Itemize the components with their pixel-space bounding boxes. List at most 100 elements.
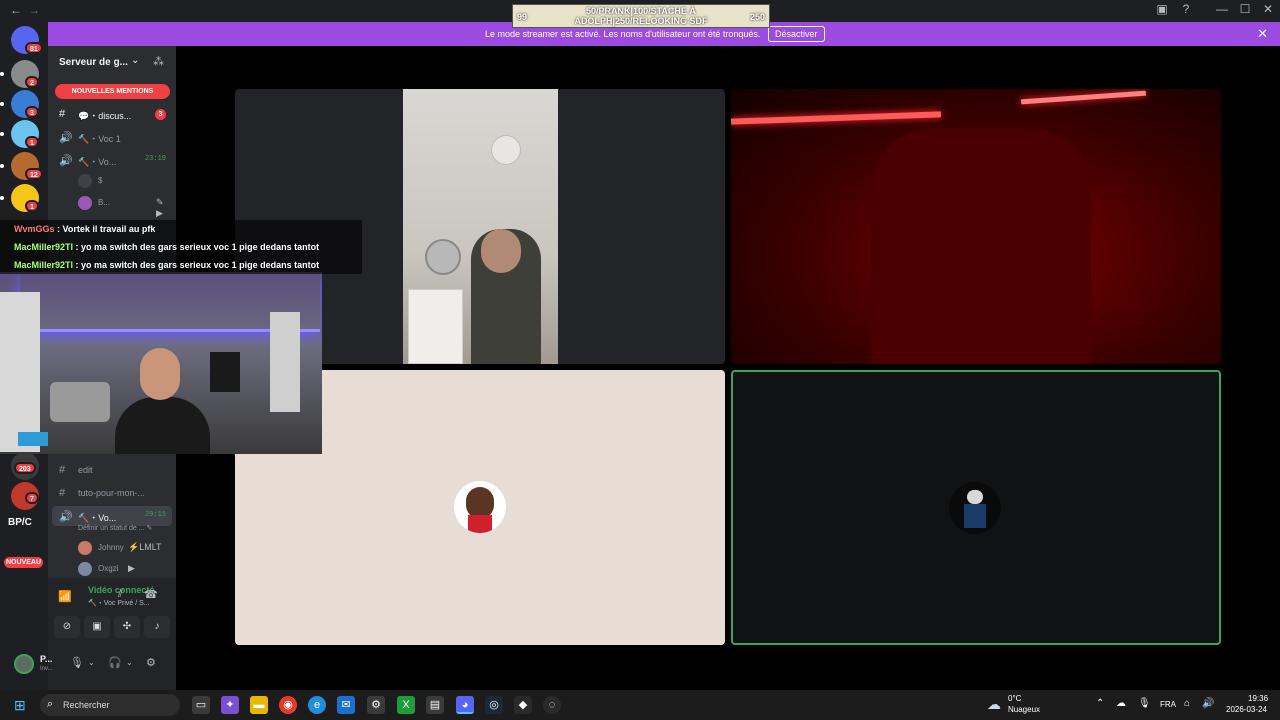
chat-text: : yo ma switch des gars serieux voc 1 pi… bbox=[73, 242, 320, 252]
avatar bbox=[78, 562, 92, 576]
windows-taskbar: ⊞ ⌕ Rechercher ▭ ✦ ▬ ◉ e ✉ ⚙ X ▤ ◕ ◎ ◆ ◌… bbox=[0, 690, 1280, 720]
new-mentions-button[interactable]: NOUVELLES MENTIONS bbox=[55, 84, 170, 99]
forward-icon[interactable]: → bbox=[28, 3, 40, 17]
mention-badge: 3 bbox=[25, 106, 39, 118]
channel-name: 🔨・Vo... bbox=[78, 157, 117, 167]
avatar bbox=[78, 196, 92, 210]
participant-video-portrait bbox=[403, 89, 558, 364]
goal-center: 50/PRANK|100/STACHE À ADOLPH|250/RELOOKI… bbox=[553, 6, 729, 26]
cloud-icon[interactable]: ☁ bbox=[987, 696, 1001, 713]
channel-item[interactable]: # tuto-pour-mon-... bbox=[52, 483, 172, 503]
set-status-text[interactable]: Définir un statut de ... ✎ bbox=[78, 524, 152, 532]
steam-icon[interactable]: ◎ bbox=[485, 696, 503, 714]
mention-badge: 7 bbox=[25, 492, 39, 504]
chat-text: : Vortek il travail au pfk bbox=[54, 224, 156, 234]
speaker-icon: 🔊 bbox=[59, 511, 73, 523]
doorway bbox=[270, 312, 300, 412]
volume-icon[interactable]: 🔊 bbox=[1202, 698, 1214, 709]
avatar bbox=[454, 481, 506, 533]
channel-item[interactable]: 🔊 🔨・Voc 1 bbox=[52, 127, 172, 147]
stream-chat-overlay: WvmGGs : Vortek il travail au pfk MacMill… bbox=[0, 220, 362, 274]
desk-item bbox=[18, 432, 48, 446]
hashtag-icon: # bbox=[59, 464, 66, 476]
screen-icon[interactable]: ▣ bbox=[1152, 2, 1172, 16]
connection-signal-icon[interactable]: 📶 bbox=[58, 590, 72, 603]
search-box[interactable]: ⌕ Rechercher bbox=[40, 694, 180, 716]
voice-duration: 23:19 bbox=[144, 155, 166, 163]
soundboard-icon[interactable]: ♪ bbox=[144, 616, 170, 638]
stream-goal-overlay: 99 50/PRANK|100/STACHE À ADOLPH|250/RELO… bbox=[512, 4, 770, 28]
invite-icon[interactable]: ⁂ bbox=[153, 55, 164, 68]
store-icon[interactable]: ▤ bbox=[426, 696, 444, 714]
channel-item[interactable]: # edit bbox=[52, 460, 172, 480]
obs-icon[interactable]: ◌ bbox=[543, 696, 561, 714]
copilot-icon[interactable]: ✦ bbox=[221, 696, 239, 714]
network-icon[interactable]: ⌂ bbox=[1184, 698, 1190, 709]
channel-item[interactable]: # 💬・discus... 3 bbox=[52, 104, 172, 124]
activities-icon[interactable]: ✣ bbox=[114, 616, 140, 638]
app-icon[interactable]: ◆ bbox=[514, 696, 532, 714]
chrome-icon[interactable]: ◉ bbox=[279, 696, 297, 714]
input-language[interactable]: FRA bbox=[1160, 700, 1176, 709]
server-name[interactable]: Serveur de g... bbox=[59, 57, 128, 68]
onedrive-icon[interactable]: ☁ bbox=[1116, 698, 1126, 709]
monitor bbox=[210, 352, 240, 392]
hashtag-icon: # bbox=[59, 108, 66, 120]
discord-icon[interactable]: ◕ bbox=[456, 696, 474, 714]
close-banner-icon[interactable]: ✕ bbox=[1257, 26, 1268, 42]
channel-item[interactable]: 🔊 🔨・Vo... 29:11 bbox=[52, 506, 172, 526]
shelf bbox=[408, 289, 463, 364]
server-bpc[interactable]: BP/C bbox=[8, 517, 32, 528]
task-view-icon[interactable]: ▭ bbox=[192, 696, 210, 714]
microphone-icon[interactable]: 🎙 bbox=[1138, 698, 1151, 709]
weather-condition[interactable]: Nuageux bbox=[1008, 705, 1040, 714]
streamer-body bbox=[115, 397, 210, 454]
edge-icon[interactable]: e bbox=[308, 696, 326, 714]
user-name: Johnny bbox=[98, 543, 124, 552]
minimize-icon[interactable]: — bbox=[1212, 2, 1232, 16]
hashtag-icon: # bbox=[59, 487, 66, 499]
maximize-icon[interactable]: ☐ bbox=[1235, 2, 1255, 16]
outlook-icon[interactable]: ✉ bbox=[337, 696, 355, 714]
gear-icon[interactable]: ⚙ bbox=[146, 656, 156, 669]
camera-off-icon[interactable]: ⊘ bbox=[54, 616, 80, 638]
user-name[interactable]: P... bbox=[40, 654, 52, 664]
chevron-down-icon[interactable]: ⌄ bbox=[126, 658, 133, 667]
back-icon[interactable]: ← bbox=[10, 3, 22, 17]
mention-badge: 1 bbox=[25, 200, 39, 212]
video-tile-4-speaking[interactable] bbox=[731, 370, 1221, 645]
chevron-down-icon[interactable]: ⌄ bbox=[131, 55, 139, 66]
channel-name: 💬・discus... bbox=[78, 111, 132, 121]
door bbox=[0, 292, 40, 452]
channel-name: tuto-pour-mon-... bbox=[78, 488, 144, 498]
channel-item[interactable]: 🔊 🔨・Vo... 23:19 bbox=[52, 150, 172, 170]
headphones-icon[interactable]: 🎧 bbox=[108, 656, 122, 669]
unread-indicator bbox=[0, 102, 4, 106]
avatar bbox=[78, 174, 92, 188]
mention-badge: 81 bbox=[25, 42, 43, 54]
settings-icon[interactable]: ⚙ bbox=[367, 696, 385, 714]
avatar[interactable] bbox=[14, 654, 34, 674]
unread-indicator bbox=[0, 196, 4, 200]
help-icon[interactable]: ? bbox=[1176, 2, 1196, 16]
windows-start-icon[interactable]: ⊞ bbox=[14, 697, 26, 714]
clock-time[interactable]: 19:36 bbox=[1248, 694, 1268, 703]
user-status-icons: ⚡LMLT bbox=[128, 542, 162, 552]
chevron-down-icon[interactable]: ⌄ bbox=[88, 658, 95, 667]
screen-share-icon[interactable]: ▣ bbox=[84, 616, 110, 638]
speaker-icon: 🔊 bbox=[59, 155, 73, 167]
close-icon[interactable]: ✕ bbox=[1258, 2, 1278, 16]
noise-suppression-icon[interactable]: ⫽ bbox=[118, 588, 123, 601]
disconnect-icon[interactable]: ☎ bbox=[144, 588, 158, 601]
file-explorer-icon[interactable]: ▬ bbox=[250, 696, 268, 714]
chat-username: WvmGGs bbox=[14, 224, 55, 234]
chat-message: MacMiller92Tl : yo ma switch des gars se… bbox=[0, 256, 362, 274]
chevron-up-icon[interactable]: ⌃ bbox=[1096, 698, 1104, 709]
chat-message: MacMiller92Tl : yo ma switch des gars se… bbox=[0, 238, 362, 256]
clock-date[interactable]: 2026-03-24 bbox=[1226, 705, 1267, 714]
disable-streamer-mode-button[interactable]: Désactiver bbox=[768, 26, 825, 42]
video-tile-2[interactable] bbox=[731, 89, 1221, 364]
microphone-icon[interactable]: 🎙 bbox=[70, 656, 84, 669]
xbox-icon[interactable]: X bbox=[397, 696, 415, 714]
temperature[interactable]: 0°C bbox=[1008, 694, 1021, 703]
